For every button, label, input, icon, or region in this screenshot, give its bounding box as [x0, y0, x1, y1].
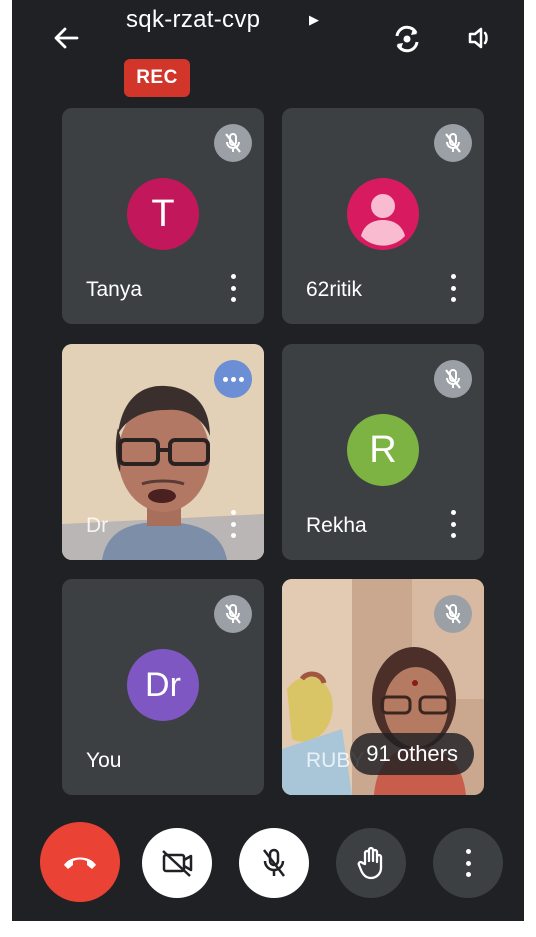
participant-name: Tanya: [86, 278, 143, 301]
others-count-button[interactable]: 91 others: [350, 733, 474, 775]
mic-off-icon: [214, 595, 252, 633]
participant-tile[interactable]: T Tanya: [62, 108, 264, 324]
more-options-button[interactable]: [433, 828, 503, 898]
participant-tile[interactable]: R Rekha: [282, 344, 484, 560]
speaker-button[interactable]: [464, 22, 496, 54]
call-end-icon: [64, 857, 96, 869]
participant-tile[interactable]: Dr: [62, 344, 264, 560]
more-vert-icon: [463, 849, 473, 877]
avatar: T: [127, 178, 199, 250]
switch-camera-button[interactable]: [390, 22, 424, 56]
more-vert-icon[interactable]: [448, 510, 458, 538]
hand-icon: [357, 846, 383, 880]
camera-toggle-button[interactable]: [142, 828, 212, 898]
speaking-indicator-icon: [214, 360, 252, 398]
participant-tile[interactable]: 62ritik: [282, 108, 484, 324]
mic-toggle-button[interactable]: [239, 828, 309, 898]
participant-name: Rekha: [306, 514, 367, 537]
more-vert-icon[interactable]: [448, 274, 458, 302]
mic-off-icon: [434, 360, 472, 398]
raise-hand-button[interactable]: [336, 828, 406, 898]
end-call-button[interactable]: [40, 822, 120, 902]
caret-right-icon[interactable]: ▶: [309, 12, 319, 28]
person-icon: [361, 194, 405, 246]
mic-off-icon: [214, 124, 252, 162]
speaker-icon: [468, 27, 488, 49]
meet-screen: sqk-rzat-cvp ▶ REC T Tanya 62ritik Dr R …: [12, 0, 524, 921]
avatar: R: [347, 414, 419, 486]
switch-camera-icon: [395, 25, 419, 53]
recording-badge: REC: [124, 59, 190, 97]
top-bar: sqk-rzat-cvp ▶ REC: [12, 0, 524, 100]
call-controls: [12, 810, 524, 920]
more-vert-icon[interactable]: [228, 274, 238, 302]
arrow-left-icon: [54, 27, 79, 49]
participant-name: You: [86, 749, 122, 772]
participant-tile-self[interactable]: Dr You: [62, 579, 264, 795]
mic-off-icon: [434, 124, 472, 162]
videocam-off-icon: [162, 850, 193, 877]
participant-name: 62ritik: [306, 278, 363, 301]
meeting-code[interactable]: sqk-rzat-cvp: [126, 6, 260, 34]
mic-off-icon: [434, 595, 472, 633]
avatar: [347, 178, 419, 250]
back-button[interactable]: [50, 22, 82, 54]
participant-name: Dr: [86, 514, 109, 537]
more-vert-icon[interactable]: [228, 510, 238, 538]
participant-tile[interactable]: RUBY 91 others: [282, 579, 484, 795]
mic-off-icon: [263, 848, 285, 877]
avatar: Dr: [127, 649, 199, 721]
